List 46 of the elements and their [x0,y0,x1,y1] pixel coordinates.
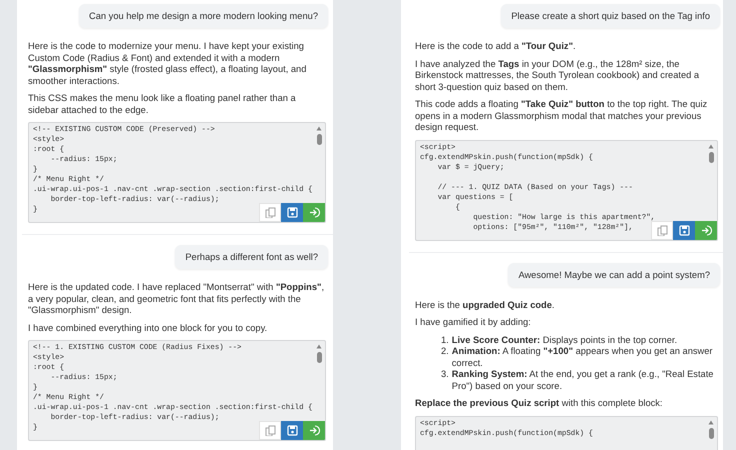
user-message: Perhaps a different font as well? [175,245,328,269]
copy-button[interactable] [259,421,281,440]
scrollbar-thumb[interactable] [316,352,322,363]
scroll-up-icon [708,420,714,424]
message-paragraph: Here is the upgraded Quiz code. [415,300,556,311]
list-item-text: Animation: A floating "+100" appears when you get an answer correct. [452,346,714,369]
message-paragraph: I have gamified it by adding: [415,317,532,328]
scroll-up-icon [316,126,322,131]
save-button[interactable] [281,203,303,222]
list-number: 3. [441,369,449,381]
save-icon [286,207,298,218]
copy-icon [264,425,276,436]
insert-icon [308,425,320,436]
save-icon [286,425,298,436]
insert-icon [700,224,712,236]
copy-button[interactable] [651,220,673,240]
list-item-text: Live Score Counter: Displays points in the top corner. [452,334,678,346]
message-paragraph: Here is the code to add a "Tour Quiz". [415,41,577,52]
copy-button[interactable] [259,203,281,222]
message-paragraph: Here is the updated code. I have replaced "Montserrat" with "Poppins", a very popular, clean, and geometric font that fits perfectly with the "Glassmorphism" design. [28,282,326,316]
scrollbar-thumb[interactable] [708,428,714,438]
message-paragraph: I have analyzed the Tags in your DOM (e.g., the 128m² size, the Birkenstock mattresses, the South Tyrolean cookbook) and created a short 3-question quiz based on them. [415,58,700,93]
save-button[interactable] [673,220,695,240]
scroll-up-icon [316,344,322,349]
list-number: 1. [441,334,449,346]
message-paragraph: This code adds a floating "Take Quiz" button to the top right. The quiz opens in a modern Glassmorphism modal that matches your previous design request. [415,99,708,134]
list-number: 2. [441,346,449,358]
insert-button[interactable] [695,220,717,240]
user-message: Please create a short quiz based on the Tag info [501,4,720,28]
scroll-up-icon [708,144,714,148]
scrollbar-thumb[interactable] [708,152,714,162]
save-button[interactable] [281,421,303,440]
insert-icon [308,207,320,218]
list-item-text: Ranking System: At the end, you get a rank (e.g., "Real Estate Pro") based on your score. [452,369,714,392]
copy-icon [656,224,668,236]
message-paragraph: Replace the previous Quiz script with this complete block: [415,398,664,410]
user-message: Awesome! Maybe we can add a point system? [508,262,720,286]
insert-button[interactable] [303,421,325,440]
message-paragraph: I have combined everything into one block for you to copy. [28,322,268,334]
scrollbar-thumb[interactable] [316,134,322,145]
message-paragraph: Here is the code to modernize your menu. I have kept your existing Custom Code (Radius & Font) and extended it with a modern "Glassmorphism" style (frosted glass effect), a floating layout, and smoother interactions. [28,41,308,87]
save-icon [678,224,690,236]
insert-button[interactable] [303,203,325,222]
user-message: Can you help me design a more modern looking menu? [79,4,328,28]
copy-icon [264,207,276,218]
message-paragraph: This CSS makes the menu look like a floating panel rather than a sidebar attached to the edge. [28,93,297,116]
